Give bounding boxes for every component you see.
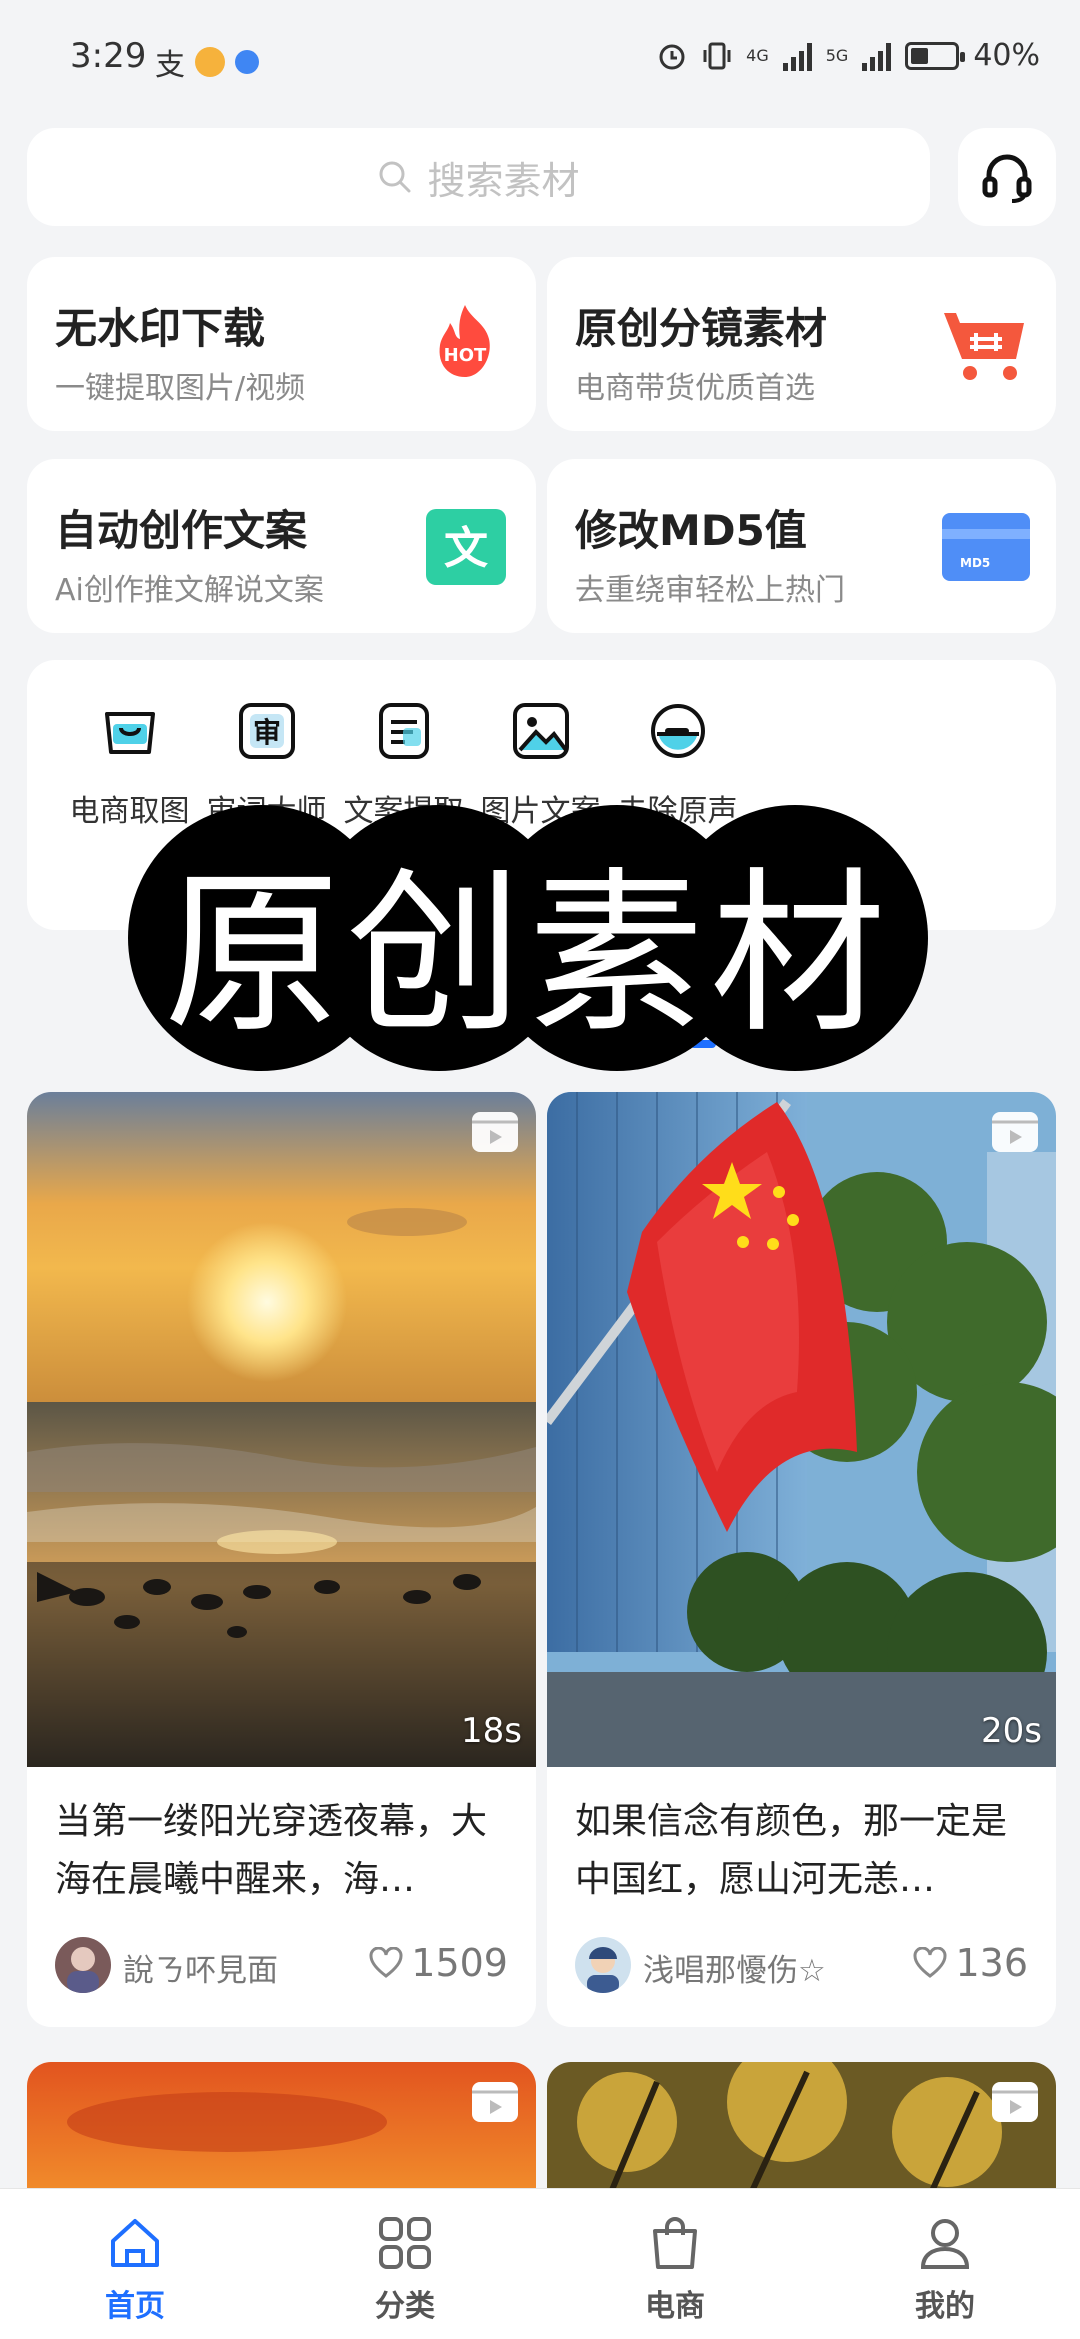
review-icon: 审 (238, 703, 295, 759)
nav-label: 首页 (105, 2289, 165, 2324)
hot-badge: HOT (444, 345, 487, 366)
battery-icon (905, 41, 966, 70)
nav-home[interactable]: 首页 (0, 2189, 270, 2339)
video-thumbnail[interactable]: 20s (547, 1092, 1056, 1767)
card-title: 自动创作文案 (55, 506, 308, 555)
avatar[interactable] (575, 1937, 631, 1993)
network-5g-label: 5G (825, 46, 849, 65)
nav-profile[interactable]: 我的 (810, 2189, 1080, 2339)
card-title: 修改MD5值 (575, 506, 807, 555)
weibo-icon (195, 47, 225, 77)
feed-card-partial[interactable] (547, 2062, 1056, 2202)
text-glyph: 文 (444, 523, 488, 574)
heart-icon (369, 1947, 403, 1978)
video-duration: 20s (981, 1711, 1042, 1751)
battery-percent: 40% (973, 38, 1040, 73)
card-watermark-free-download[interactable]: 无水印下载 一键提取图片/视频 HOT (27, 257, 536, 431)
like-count: 136 (955, 1941, 1028, 1985)
text-icon: 文 (426, 509, 506, 585)
video-badge-icon (992, 2082, 1038, 2122)
headset-icon (982, 154, 1032, 203)
card-title: 无水印下载 (55, 304, 266, 353)
bag-icon (104, 712, 155, 754)
shopping-bag-icon (653, 2217, 697, 2269)
alipay-icon: 支 (155, 48, 185, 83)
overlay-text: 原创素材 (163, 851, 892, 1057)
signal-4g-icon (782, 41, 812, 71)
document-icon (378, 703, 429, 759)
feed-card[interactable]: 18s 当第一缕阳光穿透夜幕，大海在晨曦中醒来，海… 說ㄋ吥見面 1509 (27, 1092, 536, 2027)
author-name[interactable]: 浅唱那懮伤☆ (643, 1945, 826, 1990)
nav-label: 我的 (915, 2289, 975, 2324)
like-button[interactable]: 136 (913, 1941, 1028, 1985)
nav-ecommerce[interactable]: 电商 (540, 2189, 810, 2339)
browser-icon (235, 50, 259, 74)
home-icon (111, 2219, 159, 2267)
video-badge-icon (472, 1112, 518, 1152)
feed-card-partial[interactable] (27, 2062, 536, 2202)
network-4g-label: 4G (746, 46, 769, 65)
promo-overlay: 原创素材 (128, 805, 928, 1071)
feed-title: 如果信念有颜色，那一定是中国红，愿山河无恙… (575, 1801, 1008, 1900)
author-name[interactable]: 說ㄋ吥見面 (123, 1945, 278, 1990)
notification-icons: 支 (155, 40, 259, 84)
grid-icon (379, 2217, 431, 2269)
review-glyph: 审 (252, 716, 280, 749)
hot-icon: HOT (439, 305, 490, 377)
feed-card[interactable]: 20s 如果信念有颜色，那一定是中国红，愿山河无恙… 浅唱那懮伤☆ 136 (547, 1092, 1056, 2027)
search-placeholder: 搜索素材 (427, 158, 580, 203)
sunset-sea-image (27, 1092, 536, 1767)
autumn-tree-image (547, 2062, 1056, 2202)
feed-title: 当第一缕阳光穿透夜幕，大海在晨曦中醒来，海… (55, 1801, 488, 1900)
alarm-icon (659, 44, 685, 69)
signal-5g-icon (862, 41, 892, 71)
status-bar: 3:29 支 4G 5G 40% (0, 0, 1080, 120)
card-icon: MD5 (942, 513, 1030, 581)
card-subtitle: Ai创作推文解说文案 (55, 573, 324, 608)
card-original-storyboard[interactable]: 原创分镜素材 电商带货优质首选 (547, 257, 1056, 431)
customer-service-button[interactable] (958, 128, 1056, 226)
video-thumbnail[interactable]: 18s (27, 1092, 536, 1767)
nav-label: 分类 (375, 2289, 435, 2324)
mute-icon (650, 704, 705, 758)
heart-icon (913, 1947, 947, 1978)
profile-icon (920, 2219, 970, 2269)
search-icon (379, 161, 411, 193)
card-modify-md5[interactable]: 修改MD5值 去重绕审轻松上热门 MD5 (547, 459, 1056, 633)
card-title: 原创分镜素材 (575, 304, 828, 353)
nav-category[interactable]: 分类 (270, 2189, 540, 2339)
cart-icon (944, 313, 1024, 380)
card-subtitle: 一键提取图片/视频 (55, 371, 306, 406)
vibrate-icon (703, 42, 731, 69)
video-badge-icon (472, 2082, 518, 2122)
like-button[interactable]: 1509 (369, 1941, 508, 1985)
like-count: 1509 (411, 1941, 508, 1985)
status-time: 3:29 (70, 36, 147, 76)
search-bar[interactable]: 搜索素材 (27, 128, 930, 226)
card-auto-copywriting[interactable]: 自动创作文案 Ai创作推文解说文案 文 (27, 459, 536, 633)
flag-image (547, 1092, 1056, 1767)
video-badge-icon (992, 1112, 1038, 1152)
avatar[interactable] (55, 1937, 111, 1993)
card-subtitle: 电商带货优质首选 (575, 371, 815, 406)
md5-label: MD5 (960, 556, 990, 570)
sunset-sky-image (27, 2062, 536, 2202)
image-icon (512, 703, 569, 759)
nav-label: 电商 (645, 2289, 705, 2324)
bottom-nav: 首页 分类 电商 我的 (0, 2188, 1080, 2339)
video-duration: 18s (461, 1711, 522, 1751)
card-subtitle: 去重绕审轻松上热门 (575, 573, 845, 608)
